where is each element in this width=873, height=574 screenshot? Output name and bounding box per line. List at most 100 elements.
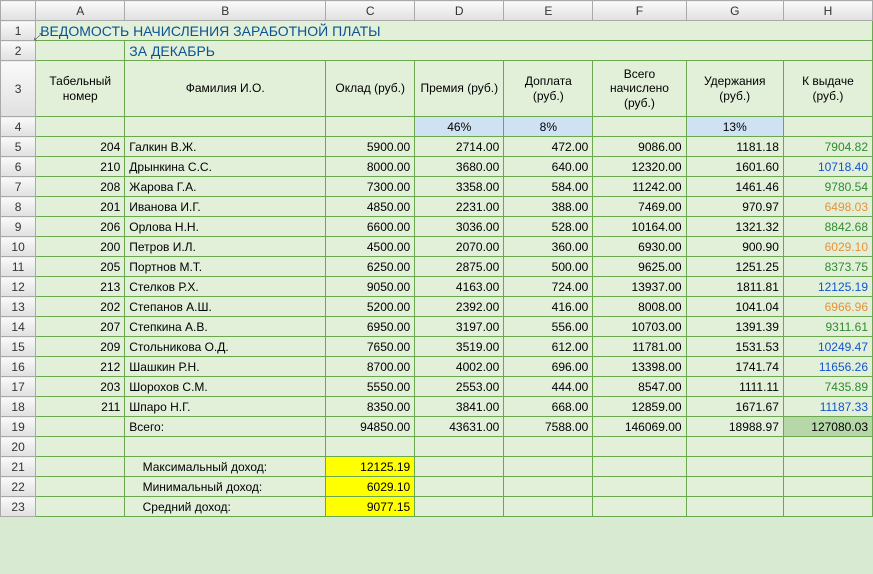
- cell-D7[interactable]: 3358.00: [415, 177, 504, 197]
- cell-H16[interactable]: 11656.26: [783, 357, 872, 377]
- row-header-18[interactable]: 18: [1, 397, 36, 417]
- cell-r20c3[interactable]: [415, 437, 504, 457]
- header-F[interactable]: Всего начислено (руб.): [593, 61, 686, 117]
- row-header-9[interactable]: 9: [1, 217, 36, 237]
- row-header-6[interactable]: 6: [1, 157, 36, 177]
- cell-H18[interactable]: 11187.33: [783, 397, 872, 417]
- totals-hold[interactable]: 18988.97: [686, 417, 783, 437]
- cell-E17[interactable]: 444.00: [504, 377, 593, 397]
- col-header-F[interactable]: F: [593, 1, 686, 21]
- cell-F17[interactable]: 8547.00: [593, 377, 686, 397]
- cell-F18[interactable]: 12859.00: [593, 397, 686, 417]
- percent-D[interactable]: 46%: [415, 117, 504, 137]
- row-header-20[interactable]: 20: [1, 437, 36, 457]
- cell-H6[interactable]: 10718.40: [783, 157, 872, 177]
- cell-E14[interactable]: 556.00: [504, 317, 593, 337]
- cell-r20c1[interactable]: [125, 437, 326, 457]
- cell-A9[interactable]: 206: [36, 217, 125, 237]
- cell-r21c3[interactable]: [415, 457, 504, 477]
- cell-H11[interactable]: 8373.75: [783, 257, 872, 277]
- cell-C17[interactable]: 5550.00: [326, 377, 415, 397]
- cell-E15[interactable]: 612.00: [504, 337, 593, 357]
- row-header-19[interactable]: 19: [1, 417, 36, 437]
- cell-A2[interactable]: [36, 41, 125, 61]
- cell-r20c2[interactable]: [326, 437, 415, 457]
- row-header-5[interactable]: 5: [1, 137, 36, 157]
- cell-B18[interactable]: Шпаро Н.Г.: [125, 397, 326, 417]
- cell-C10[interactable]: 4500.00: [326, 237, 415, 257]
- cell-F7[interactable]: 11242.00: [593, 177, 686, 197]
- cell-E16[interactable]: 696.00: [504, 357, 593, 377]
- percent-G[interactable]: 13%: [686, 117, 783, 137]
- cell-D16[interactable]: 4002.00: [415, 357, 504, 377]
- cell-F4[interactable]: [593, 117, 686, 137]
- cell-A18[interactable]: 211: [36, 397, 125, 417]
- cell-B5[interactable]: Галкин В.Ж.: [125, 137, 326, 157]
- row-header-16[interactable]: 16: [1, 357, 36, 377]
- row-header-10[interactable]: 10: [1, 237, 36, 257]
- cell-C9[interactable]: 6600.00: [326, 217, 415, 237]
- cell-G11[interactable]: 1251.25: [686, 257, 783, 277]
- cell-G6[interactable]: 1601.60: [686, 157, 783, 177]
- row-header-21[interactable]: 21: [1, 457, 36, 477]
- row-header-3[interactable]: 3: [1, 61, 36, 117]
- header-C[interactable]: Оклад (руб.): [326, 61, 415, 117]
- cell-r22c3[interactable]: [415, 477, 504, 497]
- totals-label[interactable]: Всего:: [125, 417, 326, 437]
- stat-value-23[interactable]: 9077.15: [326, 497, 415, 517]
- cell-F5[interactable]: 9086.00: [593, 137, 686, 157]
- header-E[interactable]: Доплата (руб.): [504, 61, 593, 117]
- cell-H12[interactable]: 12125.19: [783, 277, 872, 297]
- col-header-C[interactable]: C: [326, 1, 415, 21]
- cell-E11[interactable]: 500.00: [504, 257, 593, 277]
- stat-label-23[interactable]: Средний доход:: [125, 497, 326, 517]
- cell-C14[interactable]: 6950.00: [326, 317, 415, 337]
- cell-H10[interactable]: 6029.10: [783, 237, 872, 257]
- cell-C12[interactable]: 9050.00: [326, 277, 415, 297]
- cell-F12[interactable]: 13937.00: [593, 277, 686, 297]
- row-header-4[interactable]: 4: [1, 117, 36, 137]
- cell-D17[interactable]: 2553.00: [415, 377, 504, 397]
- cell-E13[interactable]: 416.00: [504, 297, 593, 317]
- cell-A8[interactable]: 201: [36, 197, 125, 217]
- cell-G16[interactable]: 1741.74: [686, 357, 783, 377]
- cell-A22[interactable]: [36, 477, 125, 497]
- stat-value-22[interactable]: 6029.10: [326, 477, 415, 497]
- cell-r23c4[interactable]: [504, 497, 593, 517]
- cell-H5[interactable]: 7904.82: [783, 137, 872, 157]
- cell-B7[interactable]: Жарова Г.А.: [125, 177, 326, 197]
- row-header-17[interactable]: 17: [1, 377, 36, 397]
- cell-r22c4[interactable]: [504, 477, 593, 497]
- cell-B17[interactable]: Шорохов С.М.: [125, 377, 326, 397]
- cell-D9[interactable]: 3036.00: [415, 217, 504, 237]
- header-D[interactable]: Премия (руб.): [415, 61, 504, 117]
- cell-r21c6[interactable]: [686, 457, 783, 477]
- cell-r21c5[interactable]: [593, 457, 686, 477]
- cell-r20c4[interactable]: [504, 437, 593, 457]
- cell-A11[interactable]: 205: [36, 257, 125, 277]
- row-header-1[interactable]: 1: [1, 21, 36, 41]
- header-H[interactable]: К выдаче (руб.): [783, 61, 872, 117]
- totals-prem[interactable]: 43631.00: [415, 417, 504, 437]
- cell-r21c7[interactable]: [783, 457, 872, 477]
- cell-C11[interactable]: 6250.00: [326, 257, 415, 277]
- col-header-D[interactable]: D: [415, 1, 504, 21]
- cell-B13[interactable]: Степанов А.Ш.: [125, 297, 326, 317]
- cell-H4[interactable]: [783, 117, 872, 137]
- cell-H17[interactable]: 7435.89: [783, 377, 872, 397]
- cell-G17[interactable]: 1111.11: [686, 377, 783, 397]
- cell-E12[interactable]: 724.00: [504, 277, 593, 297]
- cell-r22c5[interactable]: [593, 477, 686, 497]
- cell-A12[interactable]: 213: [36, 277, 125, 297]
- cell-E10[interactable]: 360.00: [504, 237, 593, 257]
- cell-F15[interactable]: 11781.00: [593, 337, 686, 357]
- cell-A15[interactable]: 209: [36, 337, 125, 357]
- percent-E[interactable]: 8%: [504, 117, 593, 137]
- row-header-22[interactable]: 22: [1, 477, 36, 497]
- cell-C6[interactable]: 8000.00: [326, 157, 415, 177]
- spreadsheet-viewport[interactable]: ⤢ A B C D E F G H 1ВЕДОМОСТЬ НАЧИСЛЕНИЯ …: [0, 0, 873, 574]
- cell-D5[interactable]: 2714.00: [415, 137, 504, 157]
- header-B[interactable]: Фамилия И.О.: [125, 61, 326, 117]
- cell-C5[interactable]: 5900.00: [326, 137, 415, 157]
- select-all-corner[interactable]: [1, 1, 36, 21]
